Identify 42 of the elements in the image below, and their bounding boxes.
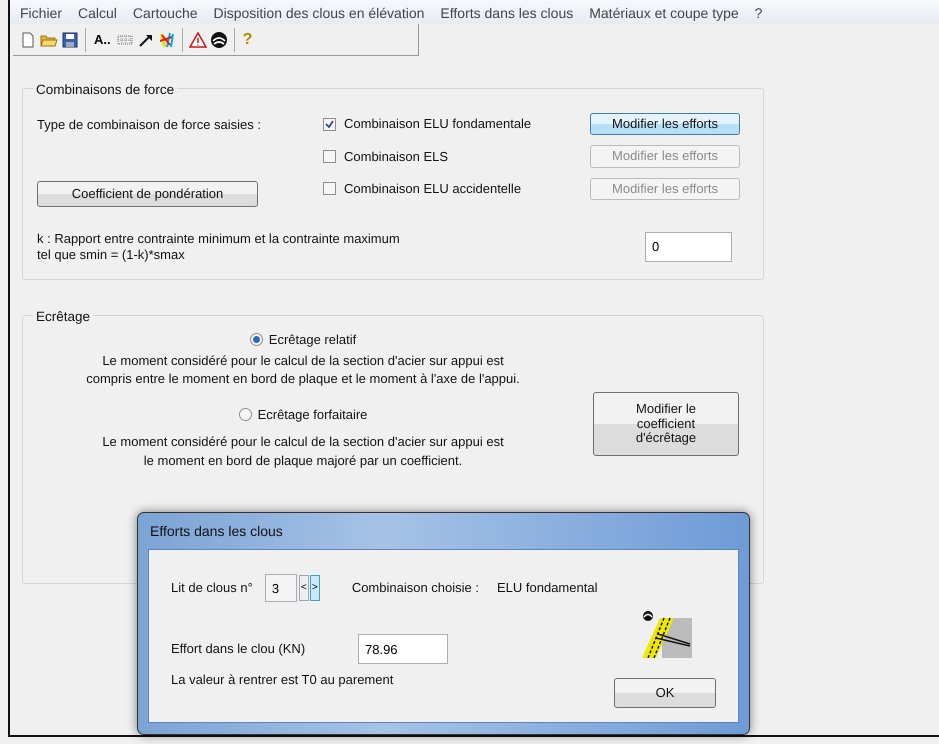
coefficient-button[interactable]: Coefficient de pondération bbox=[37, 180, 258, 207]
checkbox-label: Combinaison ELU fondamentale bbox=[344, 115, 532, 134]
wall-section-icon bbox=[642, 610, 692, 658]
note-text: La valeur à rentrer est T0 au parement bbox=[171, 671, 394, 689]
description-text: k : Rapport entre contrainte minimum et la contrainte maximum tel que smin = (1-k)*smax bbox=[37, 231, 401, 262]
menu-item[interactable]: Calcul bbox=[78, 3, 117, 21]
menu-item[interactable]: Fichier bbox=[20, 3, 62, 21]
dialog-title: Efforts dans les clous bbox=[149, 522, 284, 540]
save-icon[interactable] bbox=[61, 30, 79, 48]
menu-item[interactable]: Efforts dans les clous bbox=[440, 3, 574, 21]
colored-lines-icon[interactable] bbox=[158, 30, 176, 48]
field-value: ELU fondamental bbox=[497, 579, 598, 598]
modify-button[interactable]: Modifier les efforts bbox=[590, 113, 740, 136]
field-label: Lit de clous n° bbox=[171, 579, 253, 598]
description-text: Le moment considéré pour le calcul de la section d'acier sur appui est le moment en bord de plaque majoré par un coefficient. bbox=[102, 432, 504, 470]
logo-icon[interactable] bbox=[210, 30, 228, 48]
description-text: Le moment considéré pour le calcul de la section d'acier sur appui est compris entre le moment en bord de plaque et le moment à l'axe de l'appui. bbox=[86, 352, 520, 388]
checkbox[interactable] bbox=[323, 118, 336, 131]
ok-button[interactable]: OK bbox=[614, 678, 716, 708]
checkbox-label: Combinaison ELU accidentelle bbox=[344, 180, 522, 198]
font-button[interactable]: A.. bbox=[92, 33, 113, 46]
radio-label: Ecrêtage forfaitaire bbox=[258, 406, 368, 424]
menu-item[interactable]: ? bbox=[754, 3, 762, 21]
menu-item[interactable]: Matériaux et coupe type bbox=[589, 3, 739, 21]
number-field[interactable]: 3 bbox=[264, 574, 297, 602]
checkbox[interactable] bbox=[323, 182, 336, 196]
checkbox[interactable] bbox=[323, 150, 336, 163]
k-input[interactable]: 0 bbox=[645, 232, 732, 262]
radio-label: Ecrêtage relatif bbox=[268, 331, 356, 349]
next-button[interactable]: > bbox=[310, 575, 320, 601]
field-label: Combinaison choisie : bbox=[352, 579, 479, 598]
menu-item[interactable]: Disposition des clous en élévation bbox=[214, 3, 424, 21]
field-label: Effort dans le clou (KN) bbox=[171, 640, 306, 658]
radio-button[interactable] bbox=[238, 408, 252, 422]
previous-button[interactable]: < bbox=[298, 575, 309, 601]
modify-coefficient-button[interactable]: Modifier le coefficient d'écrêtage bbox=[593, 392, 739, 456]
checkbox-label: Combinaison ELS bbox=[344, 148, 450, 166]
field-label: Type de combinaison de force saisies : bbox=[37, 116, 262, 134]
menu-item[interactable]: Cartouche bbox=[132, 3, 198, 21]
effort-input[interactable]: 78.96 bbox=[358, 634, 448, 664]
warning-icon[interactable] bbox=[188, 30, 207, 48]
radio-button[interactable] bbox=[250, 333, 263, 346]
